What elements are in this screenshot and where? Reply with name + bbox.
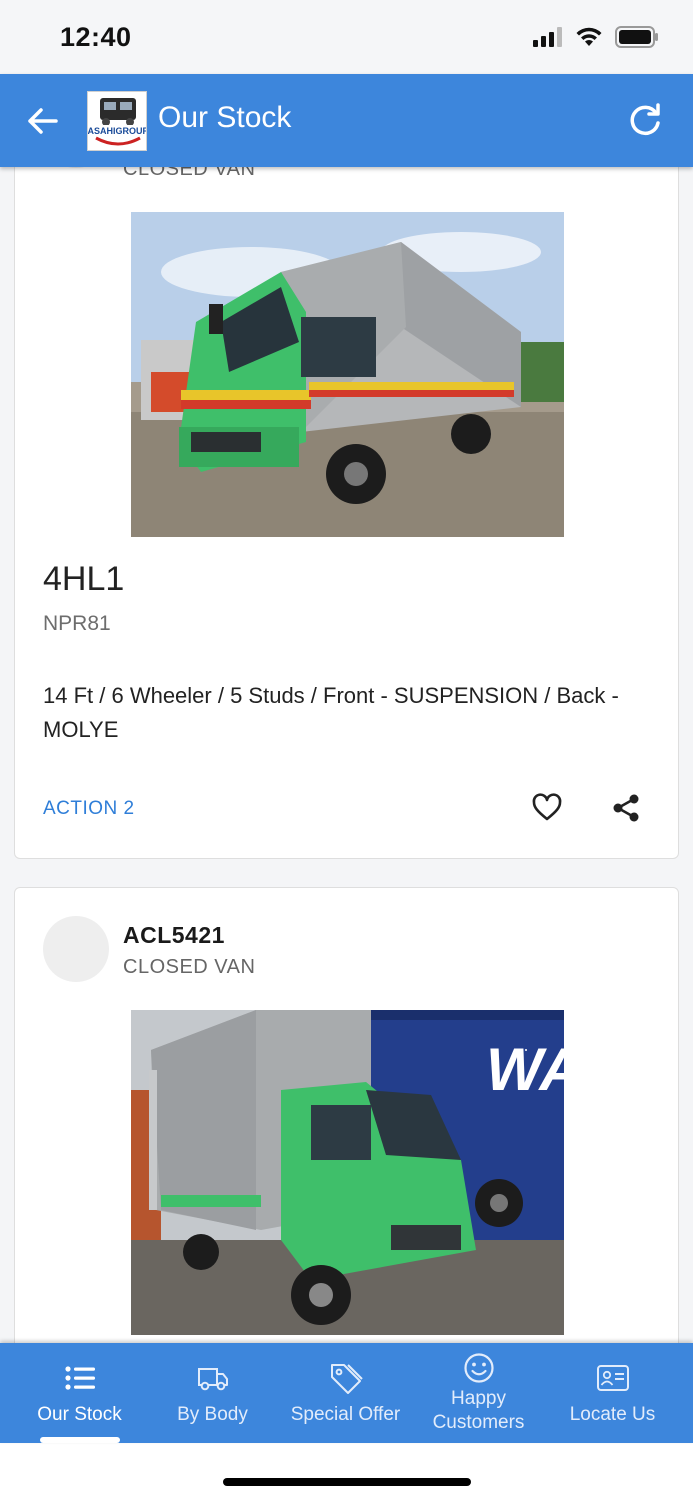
nav-label: Locate Us xyxy=(569,1404,656,1425)
asahi-group-logo: ASAHIGROUP xyxy=(87,91,147,151)
truck-photo[interactable] xyxy=(131,212,564,537)
body-type: CLOSED VAN xyxy=(123,167,256,180)
status-time: 12:40 xyxy=(60,22,132,52)
avatar xyxy=(43,916,109,982)
truck-photo[interactable]: WA xyxy=(131,1010,564,1335)
stock-card[interactable]: ACL5421 CLOSED VAN WA xyxy=(14,887,679,1343)
battery-icon xyxy=(615,26,658,48)
list-icon xyxy=(64,1366,95,1390)
app-bar: ASAHIGROUP Our Stock xyxy=(0,74,693,167)
nav-label: Special Offer xyxy=(290,1404,401,1425)
container-lettering: WA xyxy=(486,1036,564,1103)
nav-label: Happy Customers xyxy=(432,1388,525,1433)
favorite-heart-icon[interactable] xyxy=(531,792,563,824)
nav-special-offer[interactable]: Special Offer xyxy=(279,1343,412,1443)
avatar xyxy=(43,167,109,168)
contact-card-icon xyxy=(596,1365,629,1391)
wifi-icon xyxy=(576,27,602,46)
home-indicator-area xyxy=(0,1443,693,1500)
nav-our-stock[interactable]: Our Stock xyxy=(13,1343,146,1443)
tag-icon xyxy=(330,1364,363,1394)
home-indicator[interactable] xyxy=(223,1478,471,1486)
cellular-signal-icon xyxy=(533,27,562,47)
model-name: 4HL1 xyxy=(43,560,125,598)
model-code: NPR81 xyxy=(43,612,111,635)
nav-label: Our Stock xyxy=(37,1404,122,1425)
status-icons xyxy=(533,26,659,48)
nav-label: By Body xyxy=(177,1404,248,1425)
stock-description: 14 Ft / 6 Wheeler / 5 Studs / Front - SU… xyxy=(43,683,619,742)
back-arrow-icon[interactable] xyxy=(22,101,62,141)
nav-locate-us[interactable]: Locate Us xyxy=(546,1343,679,1443)
status-bar: 12:40 xyxy=(0,0,693,74)
svg-text:ASAHIGROUP: ASAHIGROUP xyxy=(88,126,147,136)
truck-icon xyxy=(197,1368,228,1391)
body-type: CLOSED VAN xyxy=(123,956,256,978)
nav-happy-customers[interactable]: Happy Customers xyxy=(412,1343,545,1443)
refresh-icon[interactable] xyxy=(625,100,665,140)
stock-card[interactable]: CLOSED VAN 4HL1 NPR81 14 Ft / 6 Wheeler … xyxy=(14,167,679,859)
page-title: Our Stock xyxy=(158,101,292,134)
active-tab-indicator xyxy=(40,1437,120,1443)
bottom-navigation: Our Stock By Body Special Offer Happy Cu… xyxy=(0,1343,693,1443)
action-2-button[interactable]: ACTION 2 xyxy=(43,798,135,820)
smile-icon xyxy=(463,1353,494,1383)
share-icon[interactable] xyxy=(611,793,641,823)
nav-by-body[interactable]: By Body xyxy=(146,1343,279,1443)
stock-code: ACL5421 xyxy=(123,922,225,948)
stock-list[interactable]: CLOSED VAN 4HL1 NPR81 14 Ft / 6 Wheeler … xyxy=(0,167,693,1343)
